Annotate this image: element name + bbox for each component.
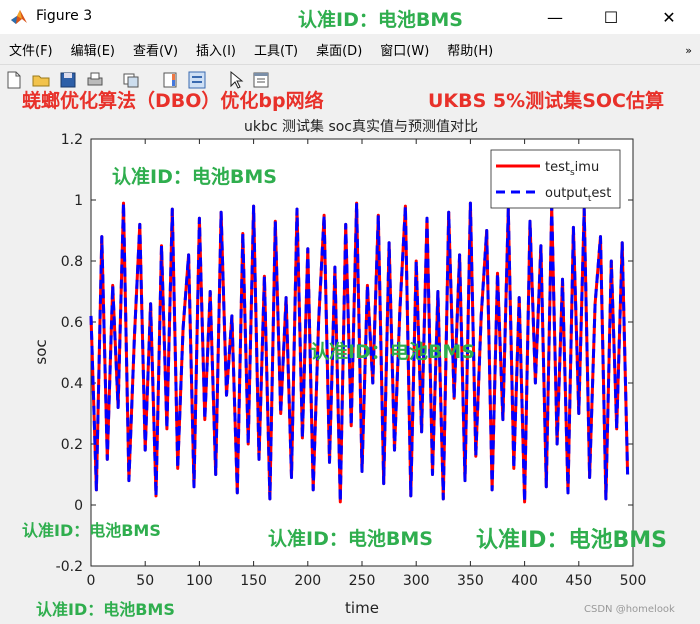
watermark-bottom-left-2: 认准ID：电池BMS xyxy=(36,600,175,619)
watermark-bottom-center: 认准ID：电池BMS xyxy=(268,528,433,550)
minimize-button[interactable]: — xyxy=(532,4,578,30)
y-axis-label: soc xyxy=(32,339,50,364)
x-tick-label: 450 xyxy=(565,573,592,589)
y-tick-label: 0.2 xyxy=(61,437,83,453)
x-tick-label: 50 xyxy=(136,573,154,589)
csdn-credit: CSDN @homelook xyxy=(584,604,675,615)
y-tick-label: 0.8 xyxy=(61,254,83,270)
x-tick-label: 350 xyxy=(457,573,484,589)
menu-desktop[interactable]: 桌面(D) xyxy=(307,40,371,59)
x-tick-label: 500 xyxy=(620,573,647,589)
matlab-logo-icon xyxy=(11,10,27,24)
window-title: Figure 3 xyxy=(36,8,93,24)
menu-help[interactable]: 帮助(H) xyxy=(438,40,502,59)
menu-insert[interactable]: 插入(I) xyxy=(187,40,245,59)
x-tick-label: 100 xyxy=(186,573,213,589)
menu-tools[interactable]: 工具(T) xyxy=(245,40,307,59)
menu-file[interactable]: 文件(F) xyxy=(0,40,62,59)
y-tick-label: -0.2 xyxy=(56,559,83,575)
x-tick-label: 150 xyxy=(240,573,267,589)
y-tick-label: 1.2 xyxy=(61,132,83,148)
watermark-plot-upper-left: 认准ID：电池BMS xyxy=(112,166,277,188)
banner-left: 蜣螂优化算法（DBO）优化bp网络 xyxy=(22,90,324,112)
x-tick-label: 0 xyxy=(87,573,96,589)
watermark-top: 认准ID：电池BMS xyxy=(298,9,463,31)
chart-title: ukbc 测试集 soc真实值与预测值对比 xyxy=(244,118,478,135)
menu-edit[interactable]: 编辑(E) xyxy=(62,40,124,59)
close-icon: ✕ xyxy=(662,7,676,27)
x-tick-label: 400 xyxy=(511,573,538,589)
maximize-button[interactable]: ☐ xyxy=(588,4,634,30)
close-button[interactable]: ✕ xyxy=(646,4,692,30)
chart-legend: testsimu outputtest xyxy=(490,149,621,209)
menu-view[interactable]: 查看(V) xyxy=(124,40,187,59)
menu-bar: 文件(F) 编辑(E) 查看(V) 插入(I) 工具(T) 桌面(D) 窗口(W… xyxy=(0,34,700,64)
watermark-bottom-right: 认准ID：电池BMS xyxy=(476,528,667,553)
y-tick-label: 0.4 xyxy=(61,376,83,392)
maximize-icon: ☐ xyxy=(603,7,619,27)
menu-window[interactable]: 窗口(W) xyxy=(371,40,438,59)
x-tick-label: 300 xyxy=(403,573,430,589)
y-tick-label: 0.6 xyxy=(61,315,83,331)
new-file-icon[interactable] xyxy=(4,70,24,90)
watermark-bottom-left-1: 认准ID：电池BMS xyxy=(22,521,161,540)
y-tick-label: 0 xyxy=(74,498,83,514)
minimize-icon: — xyxy=(547,7,563,27)
x-axis-label: time xyxy=(345,599,379,617)
banner-right: UKBS 5%测试集SOC估算 xyxy=(428,90,664,112)
x-tick-label: 200 xyxy=(294,573,321,589)
watermark-plot-center: 认准ID：电池BMS xyxy=(310,341,475,363)
menu-overflow-icon[interactable]: » xyxy=(685,44,692,57)
y-tick-label: 1 xyxy=(74,193,83,209)
x-tick-label: 250 xyxy=(349,573,376,589)
